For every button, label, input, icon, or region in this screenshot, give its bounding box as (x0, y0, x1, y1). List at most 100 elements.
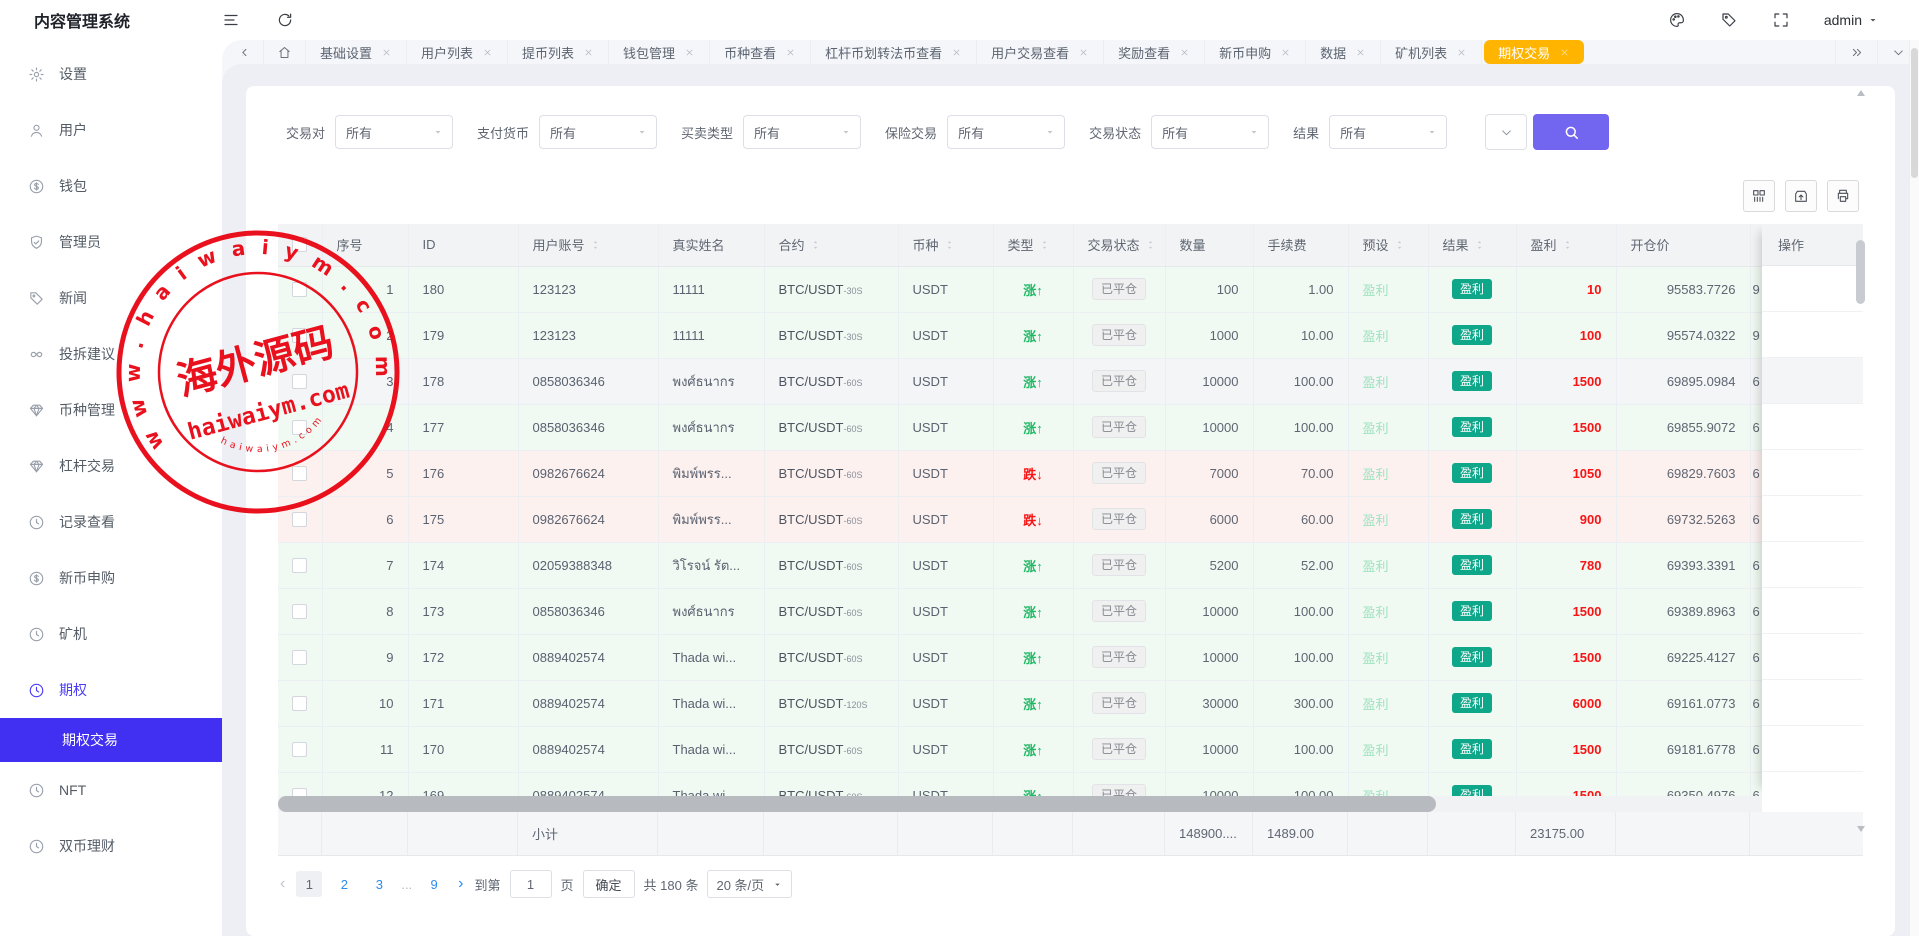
tab-8[interactable]: 奖励查看 (1104, 40, 1205, 64)
sidebar-item-双币理财[interactable]: 双币理财 (0, 818, 222, 874)
tab-6[interactable]: 杠杆币划转法币查看 (811, 40, 977, 64)
export-button[interactable] (1785, 180, 1817, 212)
sidebar-item-杠杆交易[interactable]: 杠杆交易 (0, 438, 222, 494)
tab-4[interactable]: 钱包管理 (609, 40, 710, 64)
sidebar-submenu-期权交易[interactable]: 期权交易 (0, 718, 222, 762)
column-header-contract[interactable]: 合约 (764, 224, 898, 266)
home-tab-button[interactable] (264, 40, 306, 64)
tab-2[interactable]: 用户列表 (407, 40, 508, 64)
next-page-button[interactable]: › (456, 875, 465, 893)
close-icon[interactable] (1559, 47, 1570, 58)
vertical-scrollbar[interactable] (1855, 90, 1867, 832)
tab-10[interactable]: 数据 (1306, 40, 1381, 64)
theme-palette-icon[interactable] (1668, 11, 1686, 29)
scroll-up-arrow[interactable] (1857, 90, 1865, 96)
table-row[interactable]: 118012312311111BTC/USDT-30SUSDT涨↑已平仓1001… (278, 266, 1863, 312)
close-icon[interactable] (1078, 47, 1089, 58)
close-icon[interactable] (1456, 47, 1467, 58)
column-header-profit[interactable]: 盈利 (1516, 224, 1616, 266)
sidebar-item-用户[interactable]: 用户 (0, 102, 222, 158)
user-menu[interactable]: admin (1824, 12, 1879, 28)
page-size-select[interactable]: 20 条/页 (707, 870, 792, 898)
row-checkbox[interactable] (292, 742, 307, 757)
tab-11[interactable]: 矿机列表 (1381, 40, 1482, 64)
scroll-down-arrow[interactable] (1857, 826, 1865, 832)
sort-icon[interactable] (590, 238, 601, 252)
page-button-3[interactable]: 3 (366, 871, 392, 897)
sidebar-item-记录查看[interactable]: 记录查看 (0, 494, 222, 550)
row-checkbox[interactable] (292, 650, 307, 665)
tab-5[interactable]: 币种查看 (710, 40, 811, 64)
table-row[interactable]: 91720889402574Thada wi...BTC/USDT-60SUSD… (278, 634, 1863, 680)
horizontal-scrollbar[interactable] (278, 796, 1762, 812)
table-row[interactable]: 31780858036346พงศ์ธนากรBTC/USDT-60SUSDT涨… (278, 358, 1863, 404)
next-tabs-button[interactable] (1835, 40, 1877, 64)
filter-select-6[interactable]: 所有 (1329, 115, 1447, 149)
row-checkbox[interactable] (292, 558, 307, 573)
table-row[interactable]: 51760982676624พิมพ์พรร...BTC/USDT-60SUSD… (278, 450, 1863, 496)
column-header-result[interactable]: 结果 (1428, 224, 1516, 266)
sidebar-item-投拆建议[interactable]: 投拆建议 (0, 326, 222, 382)
close-icon[interactable] (381, 47, 392, 58)
close-icon[interactable] (951, 47, 962, 58)
sort-icon[interactable] (1039, 238, 1050, 252)
sidebar-item-NFT[interactable]: NFT (0, 762, 222, 818)
table-row[interactable]: 121690889402574Thada wiBTC/USDT-60SUSDT涨… (278, 772, 1863, 796)
column-header-coin[interactable]: 币种 (898, 224, 993, 266)
table-row[interactable]: 81730858036346พงศ์ธนากรBTC/USDT-60SUSDT涨… (278, 588, 1863, 634)
column-settings-button[interactable] (1743, 180, 1775, 212)
table-row[interactable]: 217912312311111BTC/USDT-30SUSDT涨↑已平仓1000… (278, 312, 1863, 358)
row-checkbox[interactable] (292, 282, 307, 297)
prev-page-button[interactable]: ‹ (278, 875, 287, 893)
sort-icon[interactable] (1474, 238, 1485, 252)
page-scrollbar[interactable] (1909, 40, 1919, 936)
select-all-checkbox[interactable] (292, 237, 307, 252)
column-header-status[interactable]: 交易状态 (1073, 224, 1165, 266)
close-icon[interactable] (583, 47, 594, 58)
filter-select-2[interactable]: 所有 (539, 115, 657, 149)
sort-icon[interactable] (1394, 238, 1405, 252)
page-button-2[interactable]: 2 (331, 871, 357, 897)
close-icon[interactable] (785, 47, 796, 58)
close-icon[interactable] (1280, 47, 1291, 58)
table-row[interactable]: 111700889402574Thada wi...BTC/USDT-60SUS… (278, 726, 1863, 772)
row-checkbox[interactable] (292, 696, 307, 711)
row-checkbox[interactable] (292, 420, 307, 435)
tab-7[interactable]: 用户交易查看 (977, 40, 1104, 64)
filter-select-5[interactable]: 所有 (1151, 115, 1269, 149)
table-row[interactable]: 717402059388348วิโรจน์ รัต...BTC/USDT-60… (278, 542, 1863, 588)
row-checkbox[interactable] (292, 604, 307, 619)
sidebar-item-钱包[interactable]: 钱包 (0, 158, 222, 214)
close-icon[interactable] (1179, 47, 1190, 58)
table-row[interactable]: 101710889402574Thada wi...BTC/USDT-120SU… (278, 680, 1863, 726)
row-checkbox[interactable] (292, 788, 307, 797)
close-icon[interactable] (684, 47, 695, 58)
sort-icon[interactable] (944, 238, 955, 252)
h-scroll-thumb[interactable] (278, 796, 1436, 812)
column-header-preset[interactable]: 预设 (1348, 224, 1428, 266)
search-button[interactable] (1533, 114, 1609, 150)
refresh-icon[interactable] (276, 11, 294, 29)
sort-icon[interactable] (810, 238, 821, 252)
sidebar-toggle-icon[interactable] (222, 11, 240, 29)
fullscreen-icon[interactable] (1772, 11, 1790, 29)
close-icon[interactable] (482, 47, 493, 58)
filter-select-3[interactable]: 所有 (743, 115, 861, 149)
sort-icon[interactable] (1562, 238, 1573, 252)
table-row[interactable]: 41770858036346พงศ์ธนากรBTC/USDT-60SUSDT涨… (278, 404, 1863, 450)
sidebar-item-币种管理[interactable]: 币种管理 (0, 382, 222, 438)
filter-select-1[interactable]: 所有 (335, 115, 453, 149)
sidebar-item-新闻[interactable]: 新闻 (0, 270, 222, 326)
sidebar-item-新币申购[interactable]: 新币申购 (0, 550, 222, 606)
table-row[interactable]: 61750982676624พิมพ์พรร...BTC/USDT-60SUSD… (278, 496, 1863, 542)
column-header-account[interactable]: 用户账号 (518, 224, 658, 266)
tag-icon[interactable] (1720, 11, 1738, 29)
column-header-type[interactable]: 类型 (993, 224, 1073, 266)
sort-icon[interactable] (1145, 238, 1156, 252)
page-scroll-thumb[interactable] (1911, 48, 1918, 178)
row-checkbox[interactable] (292, 466, 307, 481)
sidebar-item-矿机[interactable]: 矿机 (0, 606, 222, 662)
sidebar-item-管理员[interactable]: 管理员 (0, 214, 222, 270)
row-checkbox[interactable] (292, 374, 307, 389)
row-checkbox[interactable] (292, 512, 307, 527)
